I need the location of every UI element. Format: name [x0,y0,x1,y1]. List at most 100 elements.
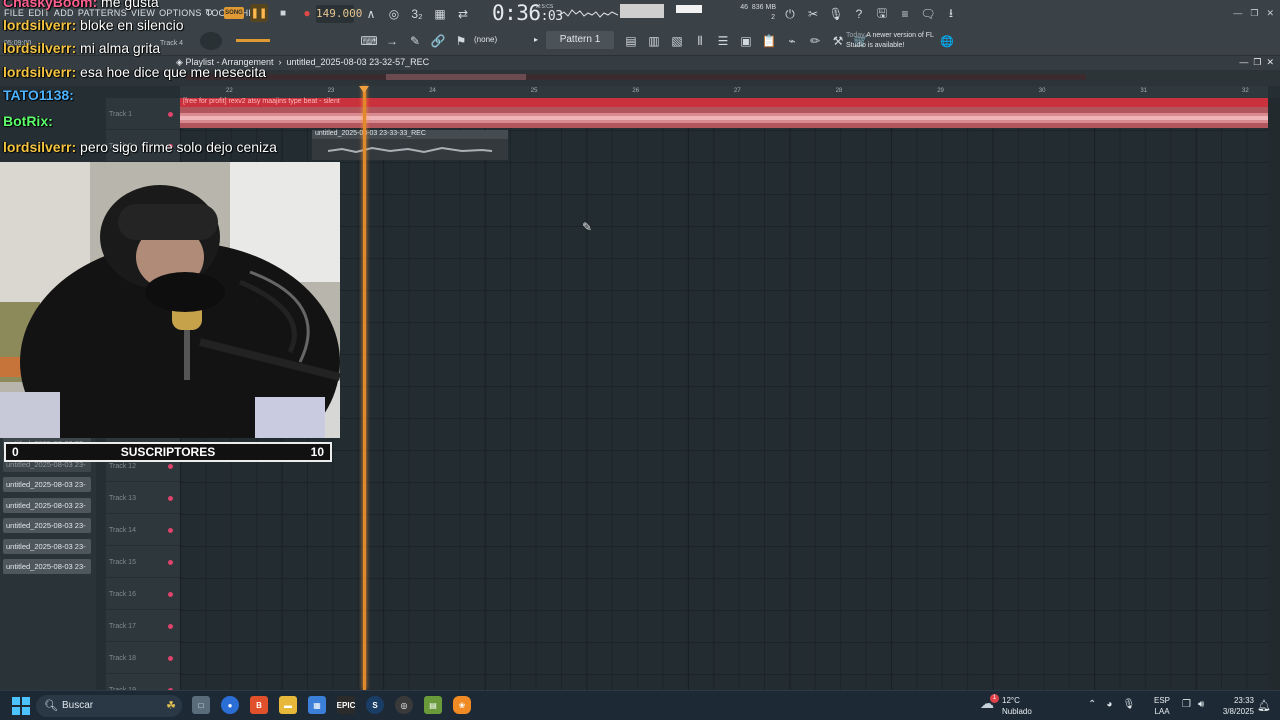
chat-username: lordsilverr: [3,64,77,80]
microphone-icon[interactable]: 🎙 [827,5,845,23]
pattern-clip-item[interactable]: untitled_2025-08-03 23- [3,477,91,492]
folder-icon[interactable]: ▬ [279,696,297,714]
store-icon[interactable]: ▦ [308,696,326,714]
plugin-icon[interactable]: ▣ [737,32,755,50]
ruler-bar-label: 27 [734,88,741,94]
track-mute-led-icon[interactable] [168,624,173,629]
mixer-icon[interactable]: ≡ [896,5,914,23]
scrollbar-thumb[interactable] [386,74,526,80]
taskbar-apps: □ ● B ▬ ▦ EPIC S ◎ ▤ ❀ [192,696,471,714]
chat-message: lordsilverr: pero sigo firme solo dejo c… [3,139,277,155]
playlist-icon[interactable]: ▤ [622,32,640,50]
mixer-view-icon[interactable]: ⫴ [691,32,709,50]
plug-icon[interactable]: ⌁ [783,32,801,50]
mic-tray-icon[interactable]: 🎙 [1122,699,1135,710]
clipboard-icon[interactable]: 📋 [760,32,778,50]
tools-icon[interactable]: ⚒ [829,32,847,50]
playlist-restore-icon[interactable]: ❐ [1253,57,1261,67]
globe-icon[interactable]: 🌐 [940,35,954,48]
track-label: Track 13 [109,495,136,502]
taskbar-search[interactable]: 🔍︎ Buscar ☘ [36,695,182,717]
master-volume-display[interactable] [620,4,664,18]
audio-clip-beat[interactable]: [free for profit] rexv2 atsy maajins typ… [180,98,1268,128]
fl-studio-icon[interactable]: ❀ [453,696,471,714]
keyboard-icon[interactable]: ⌨ [360,32,378,50]
power-icon[interactable]: ⏻ [781,5,799,23]
minimize-icon[interactable]: — [1233,8,1242,19]
step-edit-icon[interactable]: ▦ [431,5,449,23]
winrar-icon[interactable]: ▤ [424,696,442,714]
pattern-clip-item[interactable]: untitled_2025-08-03 23- [3,497,91,513]
brush-icon[interactable]: ✎ [406,32,424,50]
download-icon[interactable]: ⭳ [942,5,960,23]
chat-text: pero sigo firme solo dejo ceniza [80,139,277,155]
chrome-icon[interactable]: ● [221,696,239,714]
weather-text: 12°C Nublado [1002,695,1032,717]
help-icon[interactable]: ? [850,5,868,23]
steam-icon[interactable]: S [366,696,384,714]
chat-username: ChaskyBoom: [3,0,98,10]
chat-message: lordsilverr: mi alma grita [3,40,160,56]
ruler-bar-label: 28 [835,88,843,94]
restore-icon[interactable]: ❐ [1250,8,1258,19]
track-header[interactable]: Track 14 [106,514,180,546]
track-mute-led-icon[interactable] [168,592,173,597]
obs-icon[interactable]: ◎ [395,696,413,714]
chevron-up-icon[interactable]: ⌃ [1088,699,1096,710]
playhead[interactable] [363,86,366,690]
network-icon[interactable]: ❐ [1182,699,1191,710]
cut-icon[interactable]: ✂ [804,5,822,23]
track-mute-led-icon[interactable] [168,656,173,661]
chat-text: mi alma grita [80,40,161,56]
vertical-scrollbar[interactable] [1268,98,1280,690]
snap-selector[interactable]: (none) [474,35,497,44]
pattern-arrow-icon[interactable]: ▸ [534,35,538,44]
file-explorer-icon[interactable]: □ [192,696,210,714]
volume-icon[interactable]: 🔊︎ [1198,699,1204,710]
channel-rack-icon[interactable]: ▧ [668,32,686,50]
countdown-icon[interactable]: 3₂ [408,5,426,23]
track-label: Track 12 [109,463,136,470]
stamp-icon[interactable]: ⚑ [452,32,470,50]
pattern-clip-item[interactable]: untitled_2025-08-03 23- [3,559,91,574]
blend-notes-icon[interactable]: ⇄ [454,5,472,23]
track-mute-led-icon[interactable] [168,560,173,565]
chat-icon[interactable]: 🗨 [919,5,937,23]
playlist-minimize-icon[interactable]: — [1239,57,1248,67]
voices-value: 2 [771,14,775,21]
track-header[interactable]: Track 17 [106,610,180,642]
discord-icon[interactable]: ◕ [1106,699,1112,710]
track-header[interactable]: Track 18 [106,642,180,674]
track-mute-led-icon[interactable] [168,496,173,501]
track-mute-led-icon[interactable] [168,528,173,533]
news-panel[interactable]: Today A newer version of FL Studio is av… [846,31,936,51]
pattern-selector[interactable]: Pattern 1 [546,31,614,49]
browser-icon[interactable]: ☰ [714,32,732,50]
playhead-marker-icon[interactable] [359,86,369,93]
track-header[interactable]: Track 13 [106,482,180,514]
close-icon[interactable]: ✕ [1266,8,1274,19]
webcam-feed [0,162,340,438]
save-icon[interactable]: 🖫 [873,5,891,23]
timeline-ruler[interactable]: 22 23 24 25 26 27 28 29 30 31 32 [180,86,1268,98]
ruler-bar-label: 29 [937,88,944,94]
link-icon[interactable]: 🔗 [429,32,447,50]
track-mute-led-icon[interactable] [168,464,173,469]
pattern-clip-item[interactable]: untitled_2025-08-03 23- [3,538,91,554]
draw-icon[interactable]: ✏ [806,32,824,50]
track-header[interactable]: Track 16 [106,578,180,610]
epic-games-icon[interactable]: EPIC [337,696,355,714]
notification-icon[interactable]: 🔔︎ [1257,699,1271,712]
piano-roll-icon[interactable]: ▥ [645,32,663,50]
language-indicator[interactable]: ESP LAA [1154,695,1170,717]
playlist-close-icon[interactable]: ✕ [1266,57,1274,67]
arrow-right-icon[interactable]: → [383,32,401,50]
audio-clip-recording[interactable]: untitled_2025-08-03 23-33-33_REC [312,130,508,160]
windows-start-icon[interactable] [12,697,30,715]
pattern-clip-item[interactable]: untitled_2025-08-03 23- [3,518,91,533]
wait-icon[interactable]: ◎ [385,5,403,23]
brave-icon[interactable]: B [250,696,268,714]
track-header[interactable]: Track 15 [106,546,180,578]
system-clock[interactable]: 23:33 3/8/2025 [1214,695,1254,717]
metronome-icon[interactable]: ∧ [362,5,380,23]
